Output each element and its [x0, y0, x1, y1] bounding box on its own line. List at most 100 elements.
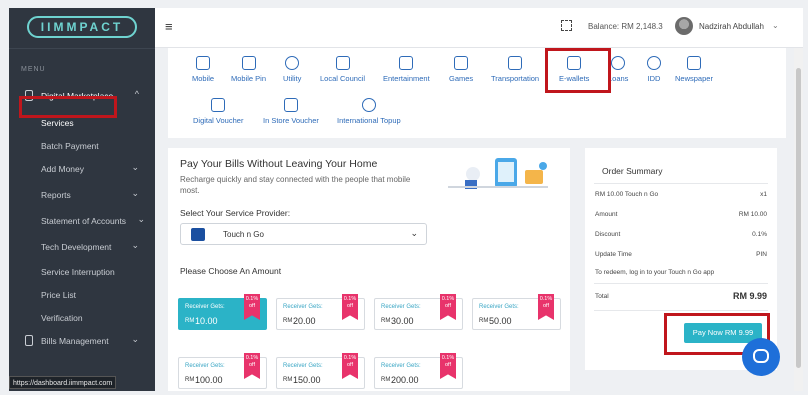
chevron-down-icon[interactable]: ⌄ — [772, 21, 779, 30]
page-title: Pay Your Bills Without Leaving Your Home — [180, 158, 378, 170]
amount-value: 30.00 — [391, 316, 414, 326]
chevron-down-icon: ⌄ — [131, 162, 139, 172]
sidebar-item-label: Bills Management — [41, 336, 109, 346]
chevron-down-icon: ⌄ — [131, 188, 139, 198]
category-utility[interactable]: Utility — [283, 56, 301, 83]
chevron-down-icon: ⌄ — [410, 228, 418, 238]
discount-badge: 0.1% off — [538, 294, 554, 320]
sidebar-item-add-money[interactable]: Add Money ⌄ — [9, 160, 155, 178]
amount-card[interactable]: Receiver Gets: RM 30.00 0.1% off — [374, 294, 463, 330]
sidebar-item-tech-development[interactable]: Tech Development ⌄ — [9, 238, 155, 256]
category-mobile[interactable]: Mobile — [192, 56, 214, 83]
page-subtitle: Recharge quickly and stay connected with… — [180, 175, 411, 195]
amount-card[interactable]: Receiver Gets: RM 20.00 0.1% off — [276, 294, 365, 330]
sidebar-item-price-list[interactable]: Price List — [9, 286, 155, 304]
document-icon — [25, 335, 33, 346]
order-item-qty: x1 — [760, 191, 767, 198]
chat-button[interactable] — [742, 338, 780, 376]
row-label: Update Time — [595, 251, 632, 258]
discount-badge: 0.1% off — [244, 294, 260, 320]
currency-label: RM — [283, 318, 293, 324]
row-value: 0.1% — [752, 231, 767, 238]
amount-value: 150.00 — [293, 375, 321, 385]
sidebar-item-label: Statement of Accounts — [41, 216, 127, 226]
scrollbar-thumb[interactable] — [796, 68, 801, 368]
sidebar-item-label: Service Interruption — [41, 267, 115, 277]
council-icon — [335, 56, 350, 70]
sidebar-item-bills-management[interactable]: Bills Management ⌄ — [9, 332, 155, 350]
receiver-gets-label: Receiver Gets: — [381, 304, 421, 310]
category-local-council[interactable]: Local Council — [320, 56, 365, 83]
divider — [594, 283, 768, 284]
hamburger-menu-icon[interactable]: ≡ — [165, 19, 173, 34]
globe-icon — [361, 98, 376, 112]
sidebar-item-label: Add Money — [41, 164, 84, 174]
discount-badge: 0.1% off — [440, 294, 456, 320]
sidebar-item-verification[interactable]: Verification — [9, 309, 155, 327]
store-voucher-icon — [283, 98, 298, 112]
illustration-image — [448, 158, 548, 189]
category-mobile-pin[interactable]: Mobile Pin — [231, 56, 266, 83]
newspaper-icon — [686, 56, 701, 70]
amount-card[interactable]: Receiver Gets: RM 100.00 0.1% off — [178, 353, 267, 389]
receiver-gets-label: Receiver Gets: — [381, 363, 421, 369]
provider-selected-value: Touch n Go — [223, 230, 264, 239]
order-item-name: RM 10.00 Touch n Go — [595, 191, 659, 198]
discount-badge: 0.1% off — [244, 353, 260, 379]
category-in-store-voucher[interactable]: In Store Voucher — [263, 98, 319, 125]
category-international-topup[interactable]: International Topup — [337, 98, 401, 125]
amount-card[interactable]: Receiver Gets: RM 150.00 0.1% off — [276, 353, 365, 389]
category-games[interactable]: Games — [449, 56, 473, 83]
discount-badge: 0.1% off — [342, 353, 358, 379]
category-idd[interactable]: IDD — [647, 56, 661, 83]
sidebar: IIMMPACT MENU Digital Marketplace ^ Serv… — [9, 8, 155, 391]
currency-label: RM — [479, 318, 489, 324]
amount-card[interactable]: Receiver Gets: RM 10.00 0.1% off — [178, 294, 267, 330]
category-entertainment[interactable]: Entertainment — [383, 56, 430, 83]
amount-card[interactable]: Receiver Gets: RM 50.00 0.1% off — [472, 294, 561, 330]
chat-bubble-icon — [753, 349, 769, 363]
order-discount-row: Discount 0.1% — [595, 231, 767, 238]
amount-value: 100.00 — [195, 375, 223, 385]
receiver-gets-label: Receiver Gets: — [479, 304, 519, 310]
chevron-up-icon: ^ — [134, 89, 139, 99]
avatar[interactable] — [675, 17, 693, 35]
category-newspaper[interactable]: Newspaper — [675, 56, 713, 83]
amount-label: Please Choose An Amount — [180, 266, 282, 276]
amount-card[interactable]: Receiver Gets: RM 200.00 0.1% off — [374, 353, 463, 389]
balance-display: Balance: RM 2,148.3 — [588, 22, 663, 31]
redeem-note: To redeem, log in to your Touch n Go app — [595, 269, 715, 276]
sidebar-item-reports[interactable]: Reports ⌄ — [9, 186, 155, 204]
currency-label: RM — [283, 377, 293, 383]
chevron-down-icon: ⌄ — [131, 334, 139, 344]
utility-icon — [285, 56, 300, 70]
transport-icon — [508, 56, 523, 70]
discount-badge: 0.1% off — [440, 353, 456, 379]
e-wallets-highlight-box — [545, 48, 611, 93]
user-name[interactable]: Nadzirah Abdullah — [699, 22, 764, 31]
category-loans[interactable]: Loans — [608, 56, 628, 83]
vertical-scrollbar[interactable] — [794, 48, 803, 391]
games-icon — [454, 56, 469, 70]
provider-select[interactable]: Touch n Go ⌄ — [180, 223, 427, 245]
sidebar-item-label: Batch Payment — [41, 141, 99, 151]
status-bar-url: https://dashboard.iimmpact.com — [9, 376, 116, 389]
discount-badge: 0.1% off — [342, 294, 358, 320]
row-value: RM 10.00 — [738, 211, 767, 218]
receiver-gets-label: Receiver Gets: — [185, 363, 225, 369]
receiver-gets-label: Receiver Gets: — [283, 363, 323, 369]
sidebar-item-batch-payment[interactable]: Batch Payment — [9, 137, 155, 155]
order-summary-title: Order Summary — [602, 166, 663, 176]
topbar: ≡ Balance: RM 2,148.3 Nadzirah Abdullah … — [155, 8, 803, 48]
category-transportation[interactable]: Transportation — [491, 56, 539, 83]
voucher-icon — [211, 98, 226, 112]
sidebar-item-statement-of-accounts[interactable]: Statement of Accounts ⌄ — [9, 212, 155, 230]
category-digital-voucher[interactable]: Digital Voucher — [193, 98, 243, 125]
order-total-row: Total RM 9.99 — [595, 291, 767, 301]
fullscreen-icon[interactable] — [561, 20, 572, 31]
row-label: Amount — [595, 211, 618, 218]
sidebar-item-service-interruption[interactable]: Service Interruption — [9, 263, 155, 281]
brand-logo[interactable]: IIMMPACT — [27, 16, 137, 38]
currency-label: RM — [381, 318, 391, 324]
amount-value: 20.00 — [293, 316, 316, 326]
